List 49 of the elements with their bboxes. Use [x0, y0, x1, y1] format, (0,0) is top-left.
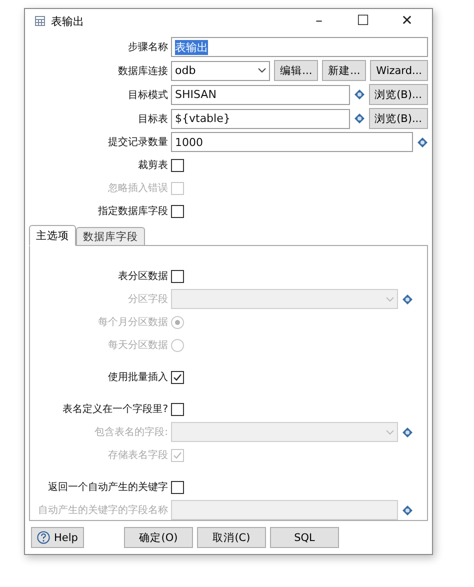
field-label: 分区字段: [127, 292, 168, 306]
window-title: 表输出: [51, 14, 85, 28]
dropdown[interactable]: odb: [171, 60, 270, 80]
caret-icon: [386, 296, 394, 302]
field-label: 包含表名的字段:: [94, 426, 168, 439]
checkbox[interactable]: [171, 370, 184, 384]
connection-button[interactable]: 编辑...: [274, 60, 318, 81]
field-label: 裁剪表: [137, 158, 168, 172]
field-label: 存储表名字段: [107, 448, 168, 462]
field-label: 提交记录数量: [107, 136, 168, 149]
field-label: 表名定义在一个字段里?: [62, 402, 168, 416]
field-label: 返回一个自动产生的关键字: [47, 480, 168, 494]
window-control[interactable]: –: [300, 13, 338, 29]
dialog-button[interactable]: SQL: [270, 527, 339, 548]
tab[interactable]: 数据库字段: [76, 227, 145, 246]
dialog-button[interactable]: 确定(O): [124, 527, 193, 548]
window-control[interactable]: ✕: [388, 13, 426, 29]
browse-button[interactable]: 浏览(B)...: [368, 108, 428, 129]
text-field[interactable]: SHISAN: [171, 84, 350, 104]
field-label: 每天分区数据: [107, 339, 168, 352]
help-button[interactable]: Help: [31, 527, 84, 548]
connection-button[interactable]: 新建...: [322, 60, 366, 81]
dialog-button[interactable]: 取消(C): [196, 527, 266, 548]
help-icon: [37, 531, 50, 544]
field-label: 目标表: [137, 112, 168, 126]
connection-button[interactable]: Wizard...: [370, 60, 428, 81]
field-label: 自动产生的关键字的字段名称: [37, 504, 168, 517]
field-label: 指定数据库字段: [97, 204, 168, 218]
checkbox[interactable]: [171, 402, 184, 416]
browse-button[interactable]: 浏览(B)...: [368, 84, 428, 105]
field-label: 每个月分区数据: [97, 316, 168, 329]
field-label: 使用批量插入: [107, 370, 168, 384]
field-label: 表分区数据: [117, 270, 168, 283]
caret-icon: [258, 68, 266, 73]
tab[interactable]: 主选项: [29, 225, 76, 246]
table-icon: [35, 16, 45, 26]
checkbox[interactable]: [171, 480, 184, 494]
checkbox[interactable]: [171, 158, 184, 172]
field-label: 忽略插入错误: [107, 182, 168, 195]
text-field[interactable]: 表输出: [171, 37, 428, 57]
field-label: 目标模式: [127, 88, 168, 102]
field-label: 步骤名称: [127, 40, 168, 54]
text-field[interactable]: ${vtable}: [171, 108, 350, 128]
checkbox[interactable]: [171, 270, 184, 282]
field-label: 数据库连接: [117, 64, 168, 78]
caret-icon: [386, 430, 394, 434]
text-field[interactable]: 1000: [171, 132, 413, 152]
window-control[interactable]: ☐: [344, 13, 382, 29]
checkbox[interactable]: [171, 204, 184, 218]
